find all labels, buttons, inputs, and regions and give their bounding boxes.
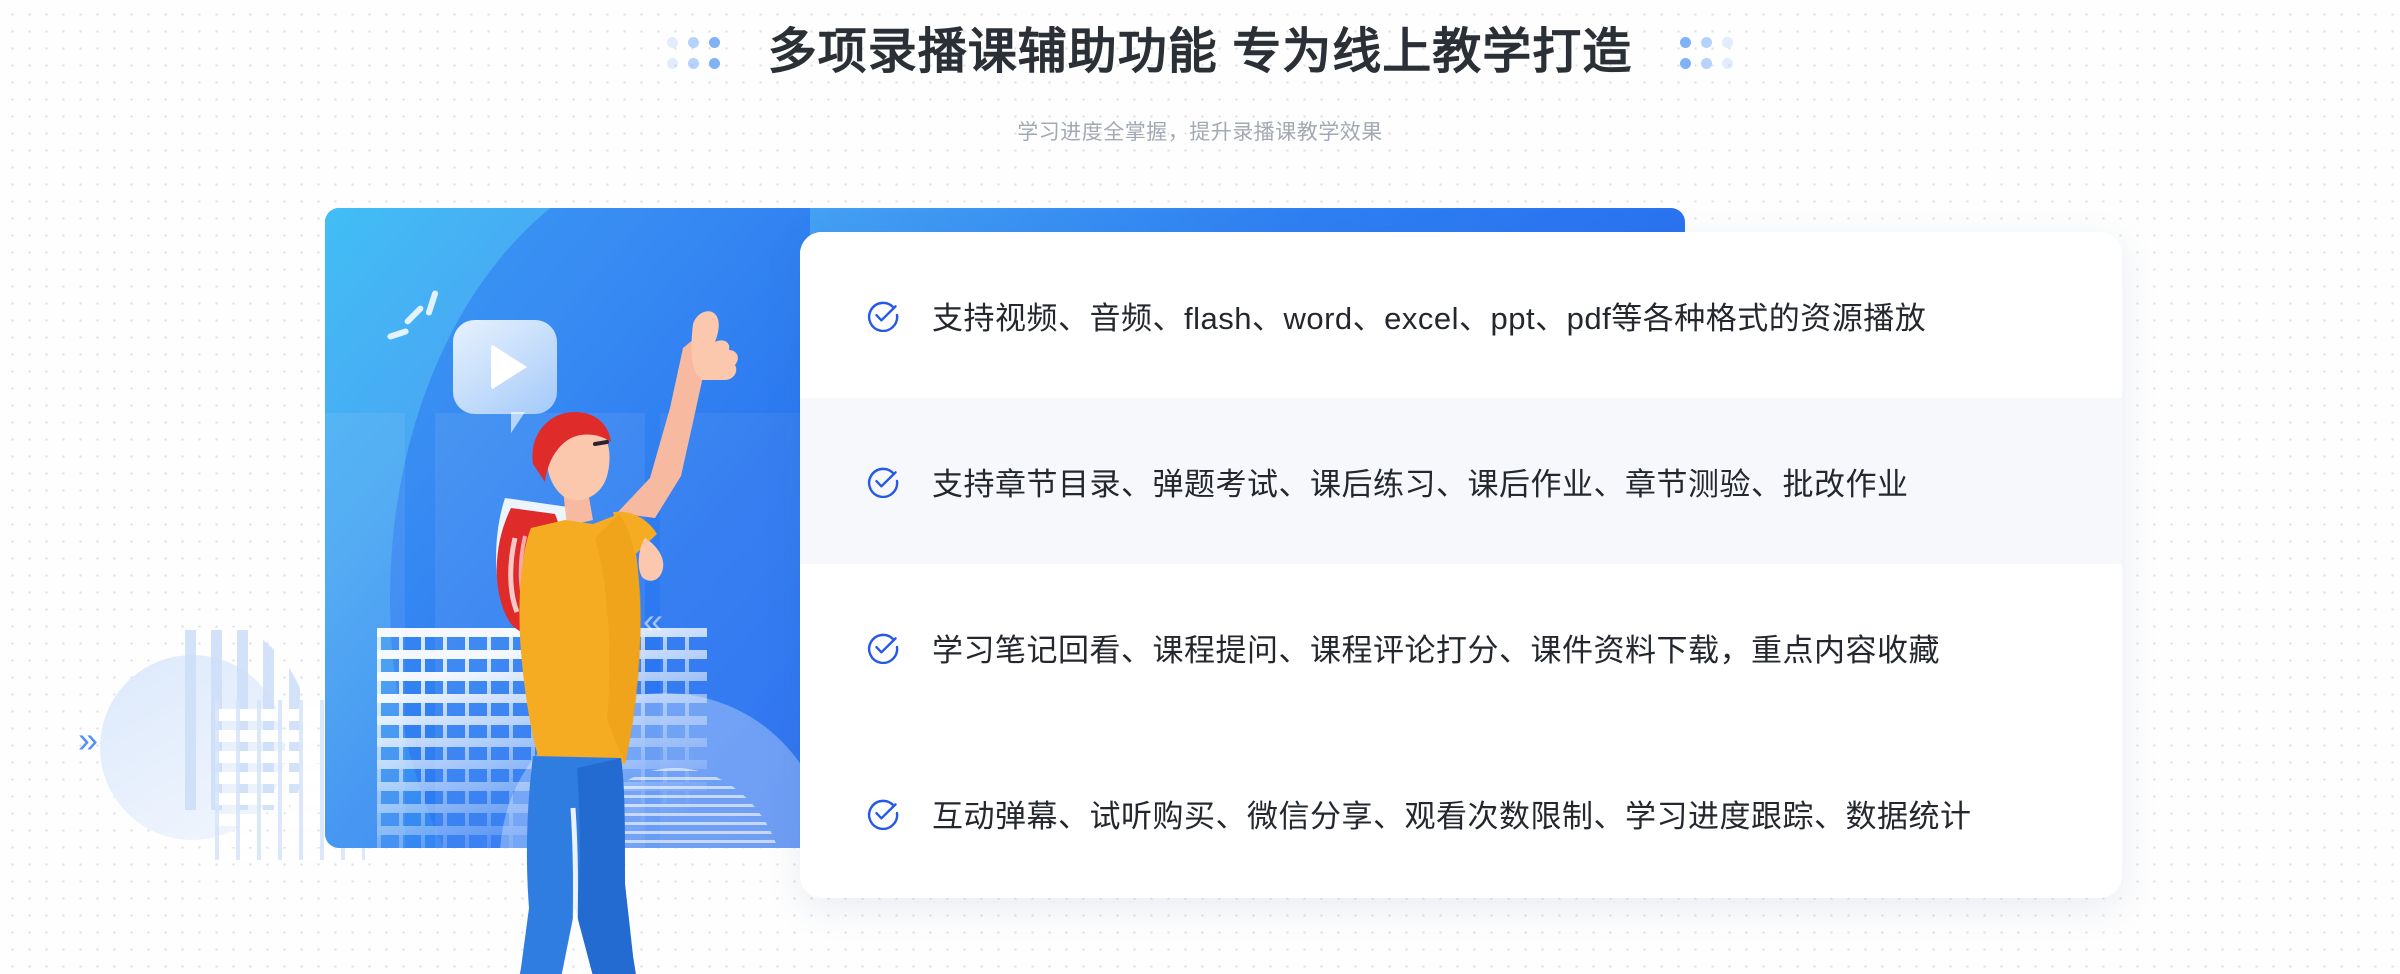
chevron-right-icon: » [78,719,99,760]
character-pants-shadow [575,758,636,974]
deco-dot [1680,36,1692,48]
deco-dot [1722,57,1734,69]
deco-dot [708,36,720,48]
character-leg-outline [570,807,578,949]
check-circle-icon [867,799,899,830]
deco-dot [666,36,678,48]
feature-row[interactable]: 支持章节目录、弹题考试、课后练习、课后作业、章节测验、批改作业 [800,398,2122,564]
check-circle-icon [867,301,899,332]
page-header: 多项录播课辅助功能 专为线上教学打造 学习进度全掌握，提升录播课教学效果 [0,0,2400,175]
deco-dot [708,57,720,69]
deco-dot [1701,36,1713,48]
character-hand-hip [638,538,664,581]
deco-dot [1680,57,1692,69]
dot-decoration-right [1680,36,1734,69]
feature-card: 支持视频、音频、flash、word、excel、ppt、pdf等各种格式的资源… [800,232,2122,898]
deco-dot [1722,36,1734,48]
character-eye [593,440,609,446]
feature-row[interactable]: 学习笔记回看、课程提问、课程评论打分、课件资料下载，重点内容收藏 [800,564,2122,730]
page-root: 多项录播课辅助功能 专为线上教学打造 学习进度全掌握，提升录播课教学效果 » «… [0,0,2400,974]
deco-dot [687,57,699,69]
title-row: 多项录播课辅助功能 专为线上教学打造 [0,28,2400,77]
illustration-character [496,311,738,974]
check-circle-icon [867,633,899,664]
feature-text: 互动弹幕、试听购买、微信分享、观看次数限制、学习进度跟踪、数据统计 [932,798,1972,834]
page-title: 多项录播课辅助功能 专为线上教学打造 [767,25,1633,79]
deco-dot [1701,57,1713,69]
feature-row[interactable]: 支持视频、音频、flash、word、excel、ppt、pdf等各种格式的资源… [800,232,2122,398]
feature-row[interactable]: 互动弹幕、试听购买、微信分享、观看次数限制、学习进度跟踪、数据统计 [800,730,2122,896]
check-circle-icon [867,467,899,498]
deco-dot [666,57,678,69]
page-subtitle: 学习进度全掌握，提升录播课教学效果 [1017,121,1383,144]
feature-text: 支持视频、音频、flash、word、excel、ppt、pdf等各种格式的资源… [932,300,1927,336]
deco-dot [687,36,699,48]
dot-decoration-left [666,36,720,69]
illustration-panel: « [325,208,810,974]
feature-text: 支持章节目录、弹题考试、课后练习、课后作业、章节测验、批改作业 [932,466,1909,502]
feature-text: 学习笔记回看、课程提问、课程评论打分、课件资料下载，重点内容收藏 [932,632,1940,668]
character-hand [691,311,738,380]
